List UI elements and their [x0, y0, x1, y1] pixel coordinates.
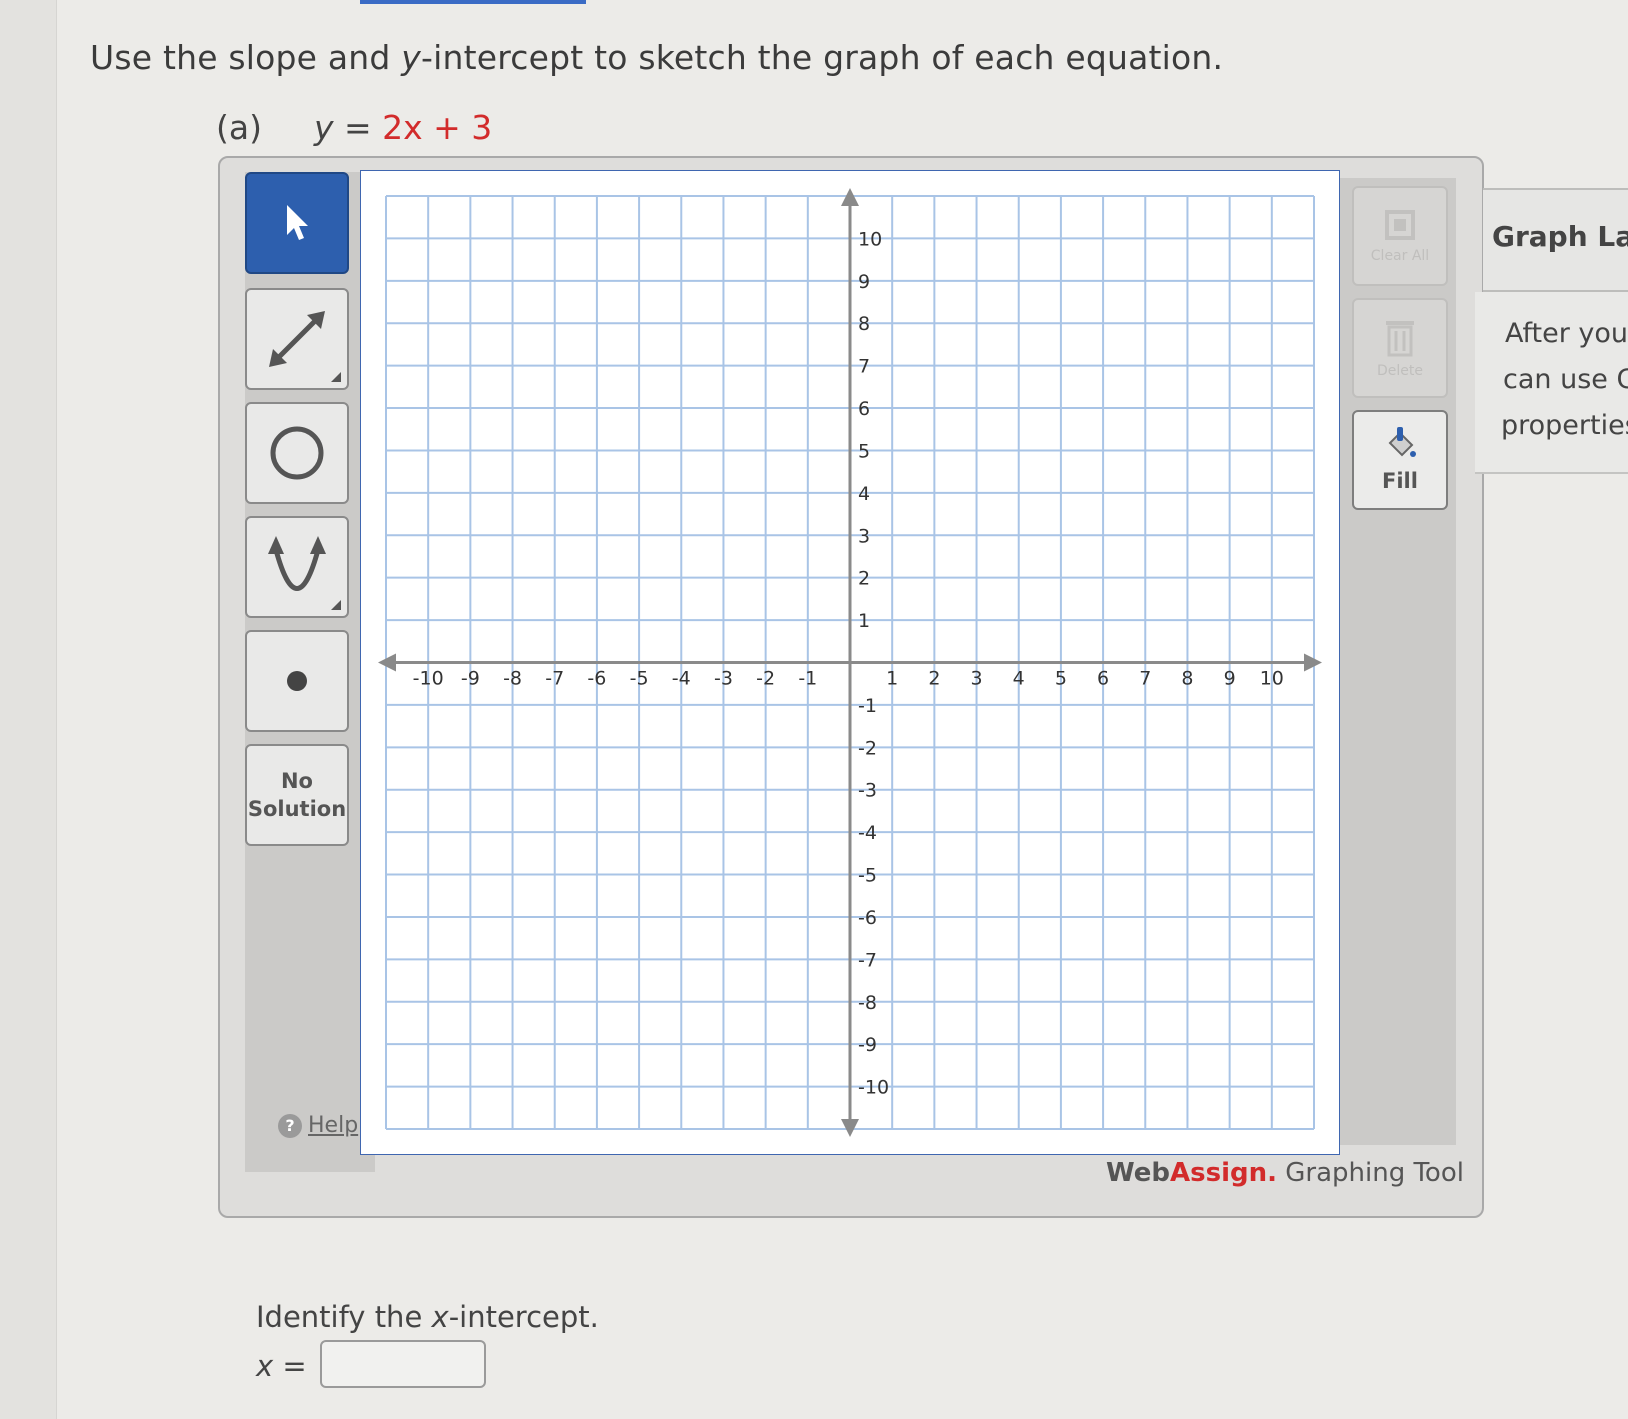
side-panel-line: properties — [1501, 410, 1628, 441]
x-tick-label: 9 — [1224, 668, 1236, 690]
x-tick-label: -3 — [714, 668, 733, 690]
side-panel-title: Graph Lay — [1492, 220, 1628, 253]
webassign-branding: WebAssign. Graphing Tool — [1106, 1158, 1464, 1188]
y-tick-label: -7 — [858, 949, 877, 971]
equation-rhs: 2x + 3 — [382, 108, 493, 147]
x-tick-label: 3 — [970, 668, 982, 690]
page-left-margin — [0, 0, 57, 1419]
help-question-icon: ? — [278, 1113, 302, 1138]
x-tick-label: 6 — [1097, 668, 1109, 690]
y-tick-label: -1 — [858, 695, 877, 717]
part-a-equation: (a) y = 2x + 3 — [216, 108, 493, 147]
paint-bucket-icon — [1388, 427, 1416, 457]
x-tick-label: 8 — [1181, 668, 1193, 690]
cursor-arrow-icon — [287, 205, 308, 240]
circle-icon — [270, 426, 324, 480]
top-tab-indicator — [360, 0, 586, 4]
x-tick-label: -8 — [503, 668, 522, 690]
y-tick-label: -5 — [858, 865, 877, 887]
y-tick-label: -2 — [858, 737, 877, 759]
trash-icon — [1386, 321, 1414, 357]
x-tick-label: 1 — [886, 668, 898, 690]
tool-options-corner-icon — [331, 600, 341, 610]
pointer-tool-button[interactable] — [245, 172, 349, 274]
x-intercept-input[interactable] — [320, 1340, 486, 1388]
x-tick-label: -4 — [672, 668, 691, 690]
question-instruction: Use the slope and y-intercept to sketch … — [90, 38, 1224, 77]
x-tick-label: -9 — [461, 668, 480, 690]
y-tick-label: -4 — [858, 822, 877, 844]
help-link[interactable]: ? Help — [278, 1113, 358, 1138]
no-solution-button[interactable]: No Solution — [245, 744, 349, 846]
part-label: (a) — [216, 108, 262, 147]
x-equals-label: x = — [256, 1349, 307, 1383]
tool-options-corner-icon — [331, 372, 341, 382]
y-tick-label: 2 — [858, 568, 870, 590]
y-tick-label: 3 — [858, 525, 870, 547]
x-tick-label: 2 — [928, 668, 940, 690]
y-tick-label: 1 — [858, 610, 870, 632]
parabola-tool-button[interactable] — [245, 516, 349, 618]
y-tick-label: 7 — [858, 356, 870, 378]
line-double-arrow-icon — [269, 311, 325, 367]
coordinate-grid[interactable]: -10 -9 -8 -7 -6 -5 -4 -3 -2 -1 1 2 3 4 5 6 7 8 9 10 10 9 8 7 6 5… — [360, 170, 1340, 1155]
y-tick-label: -9 — [858, 1034, 877, 1056]
parabola-icon — [268, 536, 326, 591]
y-tick-label: 5 — [858, 440, 870, 462]
line-tool-button[interactable] — [245, 288, 349, 390]
x-tick-label: -7 — [545, 668, 564, 690]
x-tick-label: -5 — [630, 668, 649, 690]
y-tick-label: 4 — [858, 483, 870, 505]
point-dot-icon — [287, 671, 307, 691]
x-tick-label: 10 — [1260, 668, 1284, 690]
y-tick-label: -8 — [858, 992, 877, 1014]
y-tick-label: 8 — [858, 313, 870, 335]
y-tick-label: 6 — [858, 398, 870, 420]
y-tick-label: 9 — [858, 271, 870, 293]
delete-button[interactable]: Delete — [1352, 298, 1448, 398]
x-tick-label: -10 — [413, 668, 444, 690]
y-tick-label: 10 — [858, 228, 882, 250]
x-tick-label: 7 — [1139, 668, 1151, 690]
y-tick-label: -10 — [858, 1077, 889, 1099]
x-tick-label: 4 — [1013, 668, 1025, 690]
y-tick-label: -3 — [858, 780, 877, 802]
x-tick-label: -6 — [587, 668, 606, 690]
x-tick-label: -1 — [798, 668, 817, 690]
x-tick-label: 5 — [1055, 668, 1067, 690]
point-tool-button[interactable] — [245, 630, 349, 732]
clear-all-icon — [1385, 210, 1415, 240]
clear-all-button[interactable]: Clear All — [1352, 186, 1448, 286]
circle-tool-button[interactable] — [245, 402, 349, 504]
fill-button[interactable]: Fill — [1352, 410, 1448, 510]
side-panel-line: After you — [1505, 318, 1628, 349]
y-tick-label: -6 — [858, 907, 877, 929]
side-panel-line: can use G — [1503, 364, 1628, 395]
x-tick-label: -2 — [756, 668, 775, 690]
x-intercept-prompt: Identify the x-intercept. — [256, 1300, 599, 1334]
